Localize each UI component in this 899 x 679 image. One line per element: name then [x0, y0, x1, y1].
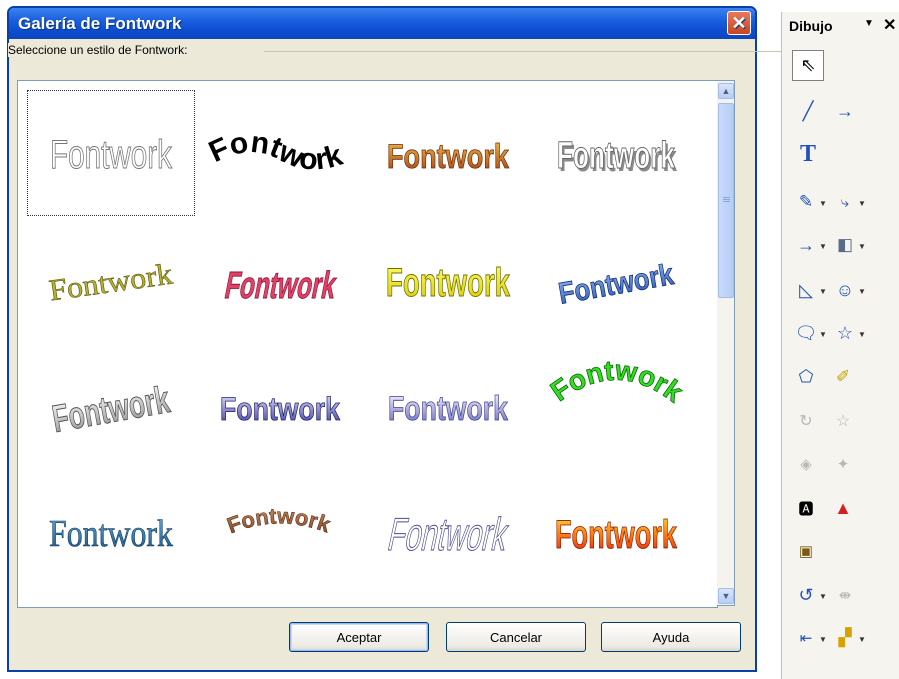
line-arrow-dropdown-icon[interactable]: ▼ — [819, 242, 827, 251]
close-icon: ✕ — [731, 12, 747, 33]
thumb-grip — [723, 197, 730, 198]
rotate-icon: ↻ — [799, 413, 813, 430]
fontwork-style-4[interactable]: Fontwork Fontwork — [532, 90, 700, 216]
3d-object-dropdown-icon[interactable]: ▼ — [858, 242, 866, 251]
fontwork-style-5[interactable]: Fontwork — [27, 216, 195, 342]
style-preview-text: Fontwork — [220, 391, 340, 427]
style-preview-text: Fontwork — [205, 126, 347, 177]
from-file-icon[interactable]: ▣ — [793, 538, 819, 564]
text-icon[interactable]: T — [795, 141, 821, 167]
lighting-icon: ✦ — [836, 456, 850, 473]
toolbar-close-icon[interactable]: ✕ — [883, 15, 896, 35]
mirror-icon: ☆ — [835, 413, 851, 430]
style-preview-text: Fontwork — [50, 133, 173, 177]
dialog-titlebar[interactable]: Galería de Fontwork ✕ — [9, 8, 755, 39]
scroll-down-button[interactable]: ▼ — [718, 588, 734, 604]
help-button[interactable]: Ayuda — [601, 622, 741, 652]
fontwork-style-15[interactable]: Fontwork — [364, 468, 532, 594]
fontwork-style-8[interactable]: Fontwork — [532, 216, 700, 342]
fontwork-style-1[interactable]: Fontwork — [27, 90, 195, 216]
drawing-toolbar: Dibujo ▼ ✕ ⇖ ╱ → T ✎ ▼ ⤷ ▼ → ▼ ◧ ▼ ◺ ▼ ☺… — [781, 12, 899, 679]
stars-icon[interactable]: ☆ — [832, 320, 858, 346]
stars-dropdown-icon[interactable]: ▼ — [858, 330, 866, 339]
style-prompt-label: Seleccione un estilo de Fontwork: — [8, 43, 192, 57]
style-preview-text: Fontwork — [49, 513, 173, 555]
close-button[interactable]: ✕ — [727, 11, 751, 35]
select-icon[interactable]: ⇖ — [795, 52, 821, 78]
glue-points-icon[interactable]: ✐ — [830, 364, 856, 390]
fontwork-style-16[interactable]: Fontwork — [532, 468, 700, 594]
fontwork-style-11[interactable]: Fontwork — [364, 342, 532, 468]
callouts-dropdown-icon[interactable]: ▼ — [819, 330, 827, 339]
rotate-arrow-icon[interactable]: ↺ — [793, 582, 819, 608]
fontwork-style-2[interactable]: Fontwork — [196, 90, 364, 216]
ok-button[interactable]: Aceptar — [289, 622, 429, 652]
connector-icon[interactable]: ⤷ — [832, 189, 858, 215]
svg-text:Fontwork: Fontwork — [205, 126, 347, 177]
arrange-dropdown-icon[interactable]: ▼ — [819, 635, 827, 644]
fontwork-style-13[interactable]: Fontwork — [27, 468, 195, 594]
style-preview-text: Fontwork — [49, 379, 173, 441]
help-label: Ayuda — [652, 629, 690, 645]
style-preview-text: Fontwork — [387, 138, 509, 176]
svg-text:Fontwork: Fontwork — [545, 360, 689, 408]
basic-shapes-dropdown-icon[interactable]: ▼ — [819, 287, 827, 296]
extrusion-icon: ◈ — [800, 456, 812, 473]
3d-object-icon[interactable]: ◧ — [832, 232, 858, 258]
symbol-shapes-icon[interactable]: ☺ — [832, 277, 858, 303]
group-dropdown-icon[interactable]: ▼ — [858, 635, 866, 644]
rotate-dropdown-icon[interactable]: ▼ — [819, 592, 827, 601]
callouts-icon[interactable]: 🗨 — [793, 320, 819, 346]
style-preview-text: Fontwork — [386, 261, 511, 305]
fontwork-style-6[interactable]: Fontwork — [196, 216, 364, 342]
fontwork-style-10[interactable]: Fontwork — [196, 342, 364, 468]
toolbar-title: Dibujo — [789, 18, 833, 34]
group-icon[interactable]: ▞ — [832, 625, 858, 651]
fontwork-style-12[interactable]: Fontwork — [532, 342, 700, 468]
align-icon: ⇼ — [838, 587, 852, 604]
arrange-icon[interactable]: ⇤ — [793, 625, 819, 651]
style-preview-text: Fontwork — [224, 503, 335, 538]
curve-icon[interactable]: ✎ — [793, 189, 819, 215]
points-icon[interactable]: ⬠ — [793, 364, 819, 390]
cancel-label: Cancelar — [489, 629, 543, 645]
curve-dropdown-icon[interactable]: ▼ — [819, 199, 827, 208]
fontwork-style-7[interactable]: Fontwork — [364, 216, 532, 342]
fontwork-style-9[interactable]: Fontwork — [27, 342, 195, 468]
arrow-line-icon[interactable]: → — [832, 98, 858, 124]
basic-shapes-icon[interactable]: ◺ — [793, 277, 819, 303]
gallery-scrollbar[interactable]: ▲ ▼ — [717, 80, 735, 606]
fontwork-style-14[interactable]: Fontwork — [196, 468, 364, 594]
style-preview-text: Fontwork — [555, 513, 678, 557]
ok-label: Aceptar — [336, 629, 382, 645]
toolbar-menu-icon[interactable]: ▼ — [864, 18, 874, 29]
style-preview-text: Fontwork — [222, 264, 341, 306]
thumb-grip — [723, 201, 730, 202]
chevron-up-icon: ▲ — [721, 86, 731, 96]
style-preview-text: Fontwork — [384, 508, 513, 559]
scroll-thumb[interactable] — [718, 103, 734, 298]
symbol-shapes-dropdown-icon[interactable]: ▼ — [858, 287, 866, 296]
line-arrow-icon[interactable]: → — [793, 232, 819, 258]
style-preview-text: Fontwork — [388, 390, 508, 428]
line-icon[interactable]: ╱ — [795, 98, 821, 124]
style-preview-text: Fontwork — [544, 360, 689, 409]
dialog-title: Galería de Fontwork — [18, 13, 182, 33]
chevron-down-icon: ▼ — [721, 591, 731, 601]
thumb-grip — [723, 199, 730, 200]
style-preview-text: Fontwork — [557, 135, 676, 177]
scroll-up-button[interactable]: ▲ — [718, 83, 734, 99]
fontwork-style-3[interactable]: Fontwork — [364, 90, 532, 216]
style-preview-text: Fontwork — [556, 258, 676, 311]
cancel-button[interactable]: Cancelar — [446, 622, 586, 652]
fontwork-style-gallery[interactable]: Fontwork Fontwork Fontwork Fontwork Fontw… — [17, 80, 718, 608]
style-preview-text: Fontwork — [47, 258, 174, 308]
connector-dropdown-icon[interactable]: ▼ — [858, 199, 866, 208]
fontwork-icon[interactable]: 🅰 — [793, 495, 819, 521]
svg-text:Fontwork: Fontwork — [224, 503, 335, 538]
image-icon[interactable]: ▲ — [830, 495, 856, 521]
